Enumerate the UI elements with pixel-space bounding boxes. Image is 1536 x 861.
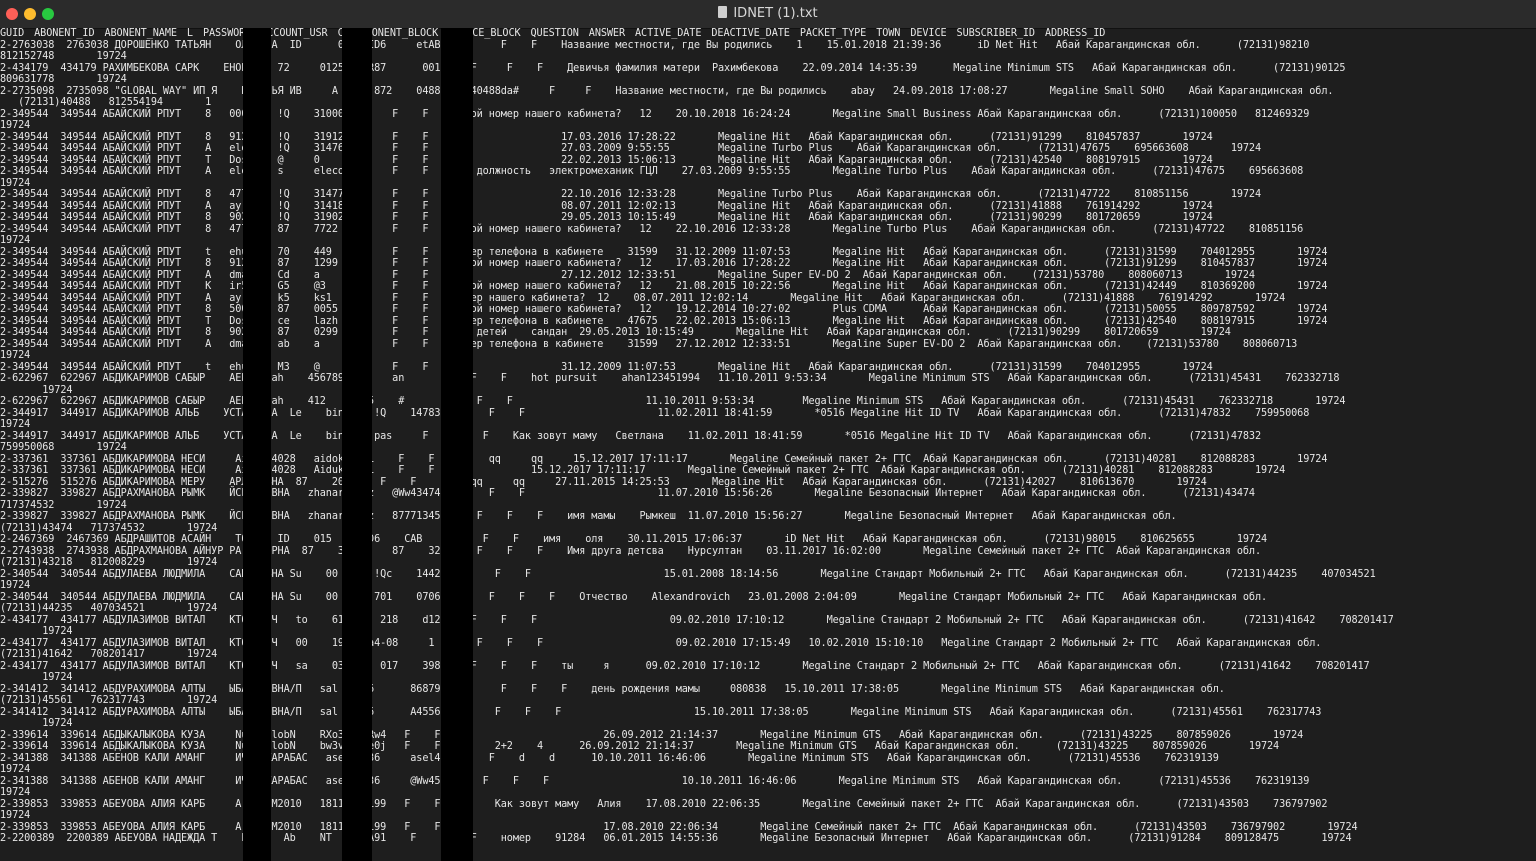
column-header: GUID [0,28,25,39]
text-document[interactable]: GUID ABONENT_ID ABONENT_NAME L PASSWORD ACCOU… [0,28,1536,861]
text-line: 2-339614 339614 АБДЫКАЛЫКОВА КУЗА NurikG… [0,729,1304,741]
text-line: (72131)45561 762317743 19724 [0,695,218,706]
window-title: IDNET (1).txt [0,6,1536,21]
redaction-bar [342,28,372,861]
text-line: 2-622967 622967 АБДИКАРИМОВ САБЫР АЕВИЧ … [0,396,1346,407]
text-line: 2-349544 349544 АБАЙСКИЙ РПУТ T Dostupa … [0,315,1328,327]
column-header: ABONENT_ID [34,28,95,39]
text-line: 2-349544 349544 АБАЙСКИЙ РПУТ A dma ab a… [0,338,1298,350]
text-line: 2-340544 340544 АБДУЛАЕВА ЛЮДМИЛА САНДРО… [0,591,1268,603]
text-line: (72131)40488 812554194 1 [0,97,212,108]
text-line: (72131)41642 708201417 19724 [0,649,218,660]
text-line: 2-434177 434177 АБДУЛАЗИМОВ ВИТАЛ КТОРОВ… [0,614,1394,626]
text-line: (72131)44235 407034521 19724 [0,603,218,614]
redaction-bar [243,28,271,861]
column-header: ABONENT_NAME [104,28,177,39]
text-line: 2-349544 349544 АБАЙСКИЙ РПУТ A dma Cd a… [0,269,1255,281]
text-line: (72131)43218 812008229 19724 [0,557,218,568]
text-line: 2-349544 349544 АБАЙСКИЙ РПУТ 8 47722 87… [0,223,1304,235]
text-line: 2-339853 339853 АБЕУОВА АЛИЯ КАРБ А SALI… [0,821,1358,833]
text-line: 2-622967 622967 АБДИКАРИМОВ САБЫР АЕВИЧ … [0,373,1340,384]
text-line: 2-349544 349544 АБАЙСКИЙ РПУТ A elekom s… [0,166,1304,177]
text-line: 2-344917 344917 АБДИКАРИМОВ АЛЬБ УСТАМОВ… [0,430,1261,442]
text-line: 2-2467369 2467369 АБДРАШИТОВ АСАЙН ТОВИЧ… [0,534,1268,545]
text-line: 2-349544 349544 АБАЙСКИЙ РПУТ 8 00050 !Q… [0,108,1310,120]
text-line: 809631778 19724 [0,74,127,85]
column-header: ANSWER [588,28,625,39]
text-line: 2-349544 349544 АБАЙСКИЙ РПУТ 8 47722 !Q… [0,189,1261,200]
window-titlebar: IDNET (1).txt [0,0,1536,29]
text-line: 2-349544 349544 АБАЙСКИЙ РПУТ 8 90299 !Q… [0,212,1213,223]
text-line: 2-2743938 2743938 АБДРАХМАНОВА АЙНУР РА … [0,545,1261,557]
window-title-text: IDNET (1).txt [733,6,818,21]
text-line: 812152748 19724 [0,51,127,62]
text-line: 2-349544 349544 АБАЙСКИЙ РПУТ t ehuchet … [0,246,1328,258]
text-line: 2-349544 349544 АБАЙСКИЙ РПУТ A ay k5 ks… [0,292,1286,304]
column-header-row: GUID ABONENT_ID ABONENT_NAME L PASSWORD ACCOU… [0,28,1115,40]
text-line: 2-337361 337361 АБДИКАРИМОВА НЕСИ Aidana… [0,465,1286,476]
text-line: 2-2735098 2735098 "GLOBAL WAY" ИП Я НАТА… [0,85,1334,97]
text-line: 2-341412 341412 АБДУРАХИМОВА АЛТЫ ЫБАЛДИ… [0,706,1322,718]
text-line: 2-340544 340544 АБДУЛАЕВА ЛЮДМИЛА САНДРО… [0,568,1376,580]
text-line: 2-349544 349544 АБАЙСКИЙ РПУТ K ir57 G5 … [0,281,1328,292]
text-line: 19724 [0,384,73,396]
text-line: 2-339853 339853 АБЕУОВА АЛИЯ КАРБ А SALI… [0,798,1328,810]
text-line: 2-349544 349544 АБАЙСКИЙ РПУТ 8 90299 87… [0,327,1231,338]
column-header: SUBSCRIBER_ID [956,28,1036,39]
text-line: 19724 [0,235,31,246]
column-header: DEVICE [910,28,947,39]
text-line: 19724 [0,626,73,637]
column-header: QUESTION [530,28,579,39]
text-line: 2-349544 349544 АБАЙСКИЙ РПУТ A elekom !… [0,143,1261,154]
text-line: 2-341412 341412 АБДУРАХИМОВА АЛТЫ ЫБАЛДИ… [0,683,1225,695]
text-line: 2-337361 337361 АБДИКАРИМОВА НЕСИ Aidana… [0,453,1328,465]
text-line: 19724 [0,419,31,430]
text-line: 2-434177 434177 АБДУЛАЗИМОВ ВИТАЛ КТОРОВ… [0,637,1322,649]
text-line: 2-344917 344917 АБДИКАРИМОВ АЛЬБ УСТАМОВ… [0,407,1310,419]
text-line: 19724 [0,718,73,729]
text-line: 2-434179 434179 РАХИМБЕКОВА САРК ЕНОВНА … [0,62,1346,74]
text-line: 2-349544 349544 АБАЙСКИЙ РПУТ A ay !Q 31… [0,200,1213,212]
text-line: 19724 [0,764,31,775]
column-header: ADDRESS_ID [1044,28,1106,39]
column-header: ACCOUNT_USR [261,28,328,39]
text-line: 2-434177 434177 АБДУЛАЗИМОВ ВИТАЛ КТОРОВ… [0,660,1370,672]
text-line: 19724 [0,810,31,821]
text-line: 19724 [0,672,73,683]
text-line: 19724 [0,787,31,798]
text-line: 2-2763038 2763038 ДОРОШЕНКО ТАТЬЯН ОЛАЕВ… [0,39,1310,51]
text-line: 2-341388 341388 АБЕНОВ КАЛИ АМАНГ ИЧ/П.К… [0,775,1310,787]
text-line: 2-341388 341388 АБЕНОВ КАЛИ АМАНГ ИЧ/П.К… [0,752,1219,764]
text-line: 2-349544 349544 АБАЙСКИЙ РПУТ 8 50055 87… [0,304,1328,315]
text-line: 717374532 19724 [0,499,127,511]
text-line: 2-339827 339827 АБДРАХМАНОВА РЫМК ЙСЕМБА… [0,488,1255,499]
text-line: 2-515276 515276 АБДИКАРИМОВА МЕРУ АРЛЕНО… [0,476,1207,488]
text-line: 2-349544 349544 АБАЙСКИЙ РПУТ 8 91299 !Q… [0,131,1213,143]
text-line: 2-339827 339827 АБДРАХМАНОВА РЫМК ЙСЕМБА… [0,511,1177,522]
text-line: 19724 [0,350,31,361]
text-line: 19724 [0,580,31,591]
text-line: 2-339614 339614 АБДЫКАЛЫКОВА КУЗА NurikG… [0,741,1280,752]
text-line: 19724 [0,120,31,131]
column-header: L [186,28,193,39]
column-header: DEACTIVE_DATE [711,28,790,39]
redaction-bar [441,28,473,861]
text-line: 2-349544 349544 АБАЙСКИЙ РПУТ t ehuchet … [0,361,1213,373]
document-icon [718,6,728,18]
text-line: 2-2200389 2200389 АБЕУОВА НАДЕЖДА Т ЕВНА… [0,833,1352,844]
column-header: PACKET_TYPE [799,28,867,39]
text-line: 2-349544 349544 АБАЙСКИЙ РПУТ 8 91299 87… [0,258,1328,269]
column-header: TOWN [876,28,901,39]
text-line: (72131)43474 717374532 19724 [0,522,218,534]
text-line: 2-349544 349544 АБАЙСКИЙ РПУТ T Dostupa … [0,154,1213,166]
text-line: 19724 [0,177,31,189]
column-header: ACTIVE_DATE [635,28,702,39]
text-line: 759950068 19724 [0,442,127,453]
